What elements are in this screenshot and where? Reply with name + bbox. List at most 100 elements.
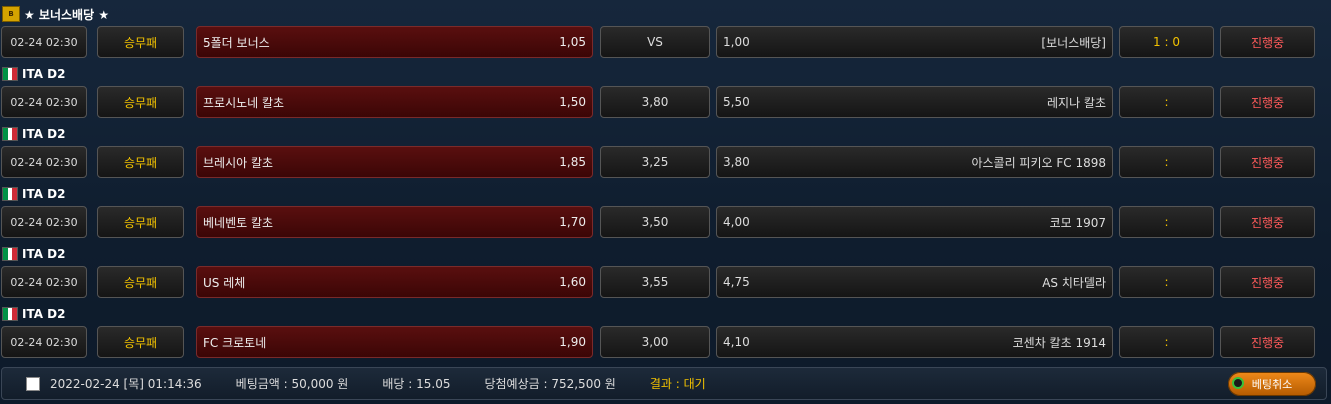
home-odds-button[interactable]: 브레시아 칼초 1,85 (196, 146, 593, 178)
match-status: 진행중 (1220, 206, 1315, 238)
match-score: 1 : 0 (1119, 26, 1214, 58)
match-time: 02-24 02:30 (1, 26, 87, 58)
home-odds-value: 1,60 (559, 275, 586, 289)
bet-summary-bar: 2022-02-24 [목] 01:14:36 베팅금액 : 50,000 원 … (1, 367, 1327, 400)
italy-flag-icon (2, 307, 18, 321)
match-time: 02-24 02:30 (1, 206, 87, 238)
bet-type-button[interactable]: 승무패 (97, 206, 184, 238)
match-group: B ★ 보너스배당 ★ 02-24 02:30 승무패 5폴더 보너스 1,05… (0, 0, 1331, 60)
bet-type-button[interactable]: 승무패 (97, 266, 184, 298)
total-odds: 배당 : 15.05 (382, 377, 451, 391)
match-score: : (1119, 146, 1214, 178)
league-name: ITA D2 (22, 307, 66, 321)
away-odds-value: 4,00 (723, 215, 750, 229)
draw-odds-button[interactable]: VS (600, 26, 710, 58)
away-odds-value: 4,75 (723, 275, 750, 289)
match-status: 진행중 (1220, 26, 1315, 58)
league-name: ITA D2 (22, 187, 66, 201)
bet-amount: 베팅금액 : 50,000 원 (235, 377, 349, 391)
select-checkbox[interactable] (26, 376, 40, 391)
home-odds-button[interactable]: 베네벤토 칼초 1,70 (196, 206, 593, 238)
match-group: ITA D2 02-24 02:30 승무패 US 레체 1,60 3,55 4… (0, 240, 1331, 300)
cancel-bet-button[interactable]: 베팅취소 (1228, 372, 1316, 396)
match-score: : (1119, 86, 1214, 118)
match-group: ITA D2 02-24 02:30 승무패 베네벤토 칼초 1,70 3,50… (0, 180, 1331, 240)
away-odds-button[interactable]: 4,10 코센차 칼초 1914 (716, 326, 1113, 358)
away-team-name: 코모 1907 (1049, 215, 1106, 230)
match-group: ITA D2 02-24 02:30 승무패 프로시노네 칼초 1,50 3,8… (0, 60, 1331, 120)
match-time: 02-24 02:30 (1, 266, 87, 298)
match-score: : (1119, 206, 1214, 238)
expected-winnings: 당첨예상금 : 752,500 원 (484, 377, 616, 391)
league-header: ITA D2 (2, 66, 66, 82)
draw-odds-button[interactable]: 3,55 (600, 266, 710, 298)
bet-type-button[interactable]: 승무패 (97, 26, 184, 58)
match-status: 진행중 (1220, 266, 1315, 298)
italy-flag-icon (2, 67, 18, 81)
league-header: ITA D2 (2, 306, 66, 322)
away-team-name: 아스콜리 피키오 FC 1898 (971, 155, 1106, 170)
away-odds-button[interactable]: 4,00 코모 1907 (716, 206, 1113, 238)
italy-flag-icon (2, 127, 18, 141)
away-team-name: 코센차 칼초 1914 (1012, 335, 1106, 350)
home-odds-button[interactable]: US 레체 1,60 (196, 266, 593, 298)
away-team-name: [보너스배당] (1041, 35, 1106, 50)
home-odds-value: 1,90 (559, 335, 586, 349)
home-team-name: FC 크로토네 (203, 335, 267, 350)
away-team-name: AS 치타델라 (1042, 275, 1106, 290)
home-odds-button[interactable]: 5폴더 보너스 1,05 (196, 26, 593, 58)
league-name: ITA D2 (22, 67, 66, 81)
league-name: ITA D2 (22, 127, 66, 141)
draw-odds-button[interactable]: 3,00 (600, 326, 710, 358)
cancel-bet-label: 베팅취소 (1251, 378, 1293, 391)
match-time: 02-24 02:30 (1, 326, 87, 358)
league-header: ITA D2 (2, 126, 66, 142)
home-team-name: 5폴더 보너스 (203, 35, 270, 50)
match-score: : (1119, 266, 1214, 298)
bet-type-button[interactable]: 승무패 (97, 86, 184, 118)
draw-odds-button[interactable]: 3,25 (600, 146, 710, 178)
league-name: ITA D2 (22, 247, 66, 261)
italy-flag-icon (2, 187, 18, 201)
away-odds-button[interactable]: 5,50 레지나 칼초 (716, 86, 1113, 118)
league-header: ITA D2 (2, 246, 66, 262)
away-odds-value: 5,50 (723, 95, 750, 109)
away-odds-value: 3,80 (723, 155, 750, 169)
italy-flag-icon (2, 247, 18, 261)
home-odds-value: 1,85 (559, 155, 586, 169)
home-team-name: 브레시아 칼초 (203, 155, 274, 170)
home-odds-value: 1,05 (559, 35, 586, 49)
league-header: B ★ 보너스배당 ★ (2, 6, 109, 22)
away-odds-value: 4,10 (723, 335, 750, 349)
away-team-name: 레지나 칼초 (1046, 95, 1106, 110)
away-odds-button[interactable]: 3,80 아스콜리 피키오 FC 1898 (716, 146, 1113, 178)
match-score: : (1119, 326, 1214, 358)
match-status: 진행중 (1220, 326, 1315, 358)
match-time: 02-24 02:30 (1, 146, 87, 178)
home-odds-button[interactable]: FC 크로토네 1,90 (196, 326, 593, 358)
match-time: 02-24 02:30 (1, 86, 87, 118)
home-team-name: 베네벤토 칼초 (203, 215, 274, 230)
match-status: 진행중 (1220, 86, 1315, 118)
bet-type-button[interactable]: 승무패 (97, 326, 184, 358)
draw-odds-button[interactable]: 3,50 (600, 206, 710, 238)
power-icon (1232, 377, 1244, 389)
home-odds-value: 1,50 (559, 95, 586, 109)
league-name: ★ 보너스배당 ★ (24, 7, 110, 22)
away-odds-button[interactable]: 1,00 [보너스배당] (716, 26, 1113, 58)
bet-type-button[interactable]: 승무패 (97, 146, 184, 178)
home-odds-button[interactable]: 프로시노네 칼초 1,50 (196, 86, 593, 118)
bonus-badge-icon: B (2, 6, 20, 22)
match-status: 진행중 (1220, 146, 1315, 178)
draw-odds-button[interactable]: 3,80 (600, 86, 710, 118)
bet-result: 결과 : 대기 (649, 377, 706, 391)
home-odds-value: 1,70 (559, 215, 586, 229)
home-team-name: 프로시노네 칼초 (203, 95, 285, 110)
away-odds-value: 1,00 (723, 35, 750, 49)
league-header: ITA D2 (2, 186, 66, 202)
match-group: ITA D2 02-24 02:30 승무패 FC 크로토네 1,90 3,00… (0, 300, 1331, 360)
away-odds-button[interactable]: 4,75 AS 치타델라 (716, 266, 1113, 298)
match-group: ITA D2 02-24 02:30 승무패 브레시아 칼초 1,85 3,25… (0, 120, 1331, 180)
home-team-name: US 레체 (203, 275, 246, 290)
bet-datetime: 2022-02-24 [목] 01:14:36 (50, 377, 202, 391)
